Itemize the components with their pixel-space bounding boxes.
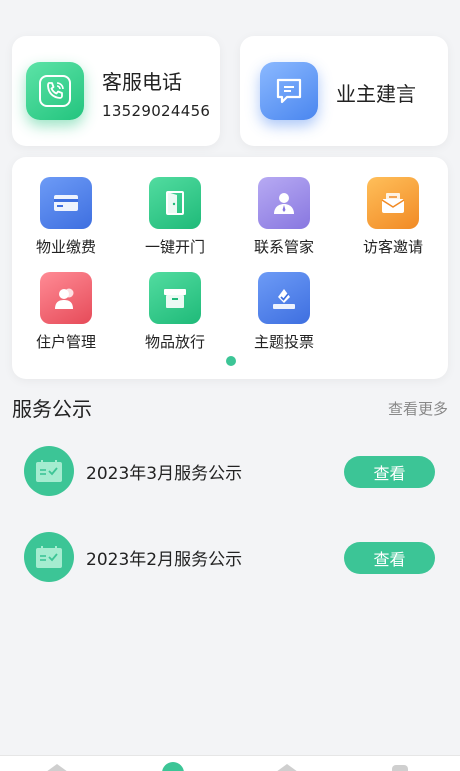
service-phone-card[interactable]: 客服电话 13529024456: [12, 36, 220, 146]
envelope-icon: [367, 177, 419, 229]
grid-item-item-release[interactable]: 物品放行: [125, 272, 225, 352]
box-icon: [149, 272, 201, 324]
grid-item-open-door[interactable]: 一键开门: [125, 177, 225, 257]
grid-item-topic-vote[interactable]: 主题投票: [234, 272, 334, 352]
phone-icon: [26, 62, 84, 120]
view-button[interactable]: 查看: [344, 456, 435, 488]
owner-advice-title: 业主建言: [336, 82, 416, 106]
bottom-tab-bar: [0, 755, 460, 771]
grid-item-contact-butler[interactable]: 联系管家: [234, 177, 334, 257]
vote-icon: [258, 272, 310, 324]
users-icon: [40, 272, 92, 324]
chat-message-icon: [260, 62, 318, 120]
page-indicator-dot: [226, 356, 236, 366]
notice-board-icon: [24, 446, 74, 496]
person-icon: [258, 177, 310, 229]
grid-item-property-payment[interactable]: 物业缴费: [16, 177, 116, 257]
grid-item-resident-management[interactable]: 住户管理: [16, 272, 116, 352]
grid-label: 物品放行: [144, 333, 205, 351]
view-more-link[interactable]: 查看更多: [388, 398, 448, 419]
grid-label: 物业缴费: [35, 238, 96, 256]
section-title: 服务公示: [12, 397, 92, 421]
grid-label: 联系管家: [253, 238, 314, 256]
service-tab-icon[interactable]: [276, 764, 298, 771]
home-tab-icon[interactable]: [46, 764, 68, 771]
grid-label: 一键开门: [144, 238, 205, 256]
door-icon: [149, 177, 201, 229]
service-phone-title: 客服电话: [102, 70, 182, 94]
grid-label: 住户管理: [35, 333, 96, 351]
service-phone-number[interactable]: 13529024456: [102, 102, 210, 120]
profile-tab-icon[interactable]: [392, 765, 408, 771]
notice-item[interactable]: 2023年3月服务公示 查看: [0, 442, 460, 502]
notice-item[interactable]: 2023年2月服务公示 查看: [0, 528, 460, 588]
notice-title: 2023年3月服务公示: [86, 464, 243, 484]
grid-item-visitor-invite[interactable]: 访客邀请: [343, 177, 443, 257]
center-tab-icon[interactable]: [162, 762, 184, 771]
feature-grid: 物业缴费 一键开门 联系管家 访客邀请 住户管理 物品放行 主题投票: [12, 157, 448, 379]
notice-board-icon: [24, 532, 74, 582]
notice-title: 2023年2月服务公示: [86, 550, 243, 570]
view-button[interactable]: 查看: [344, 542, 435, 574]
card-payment-icon: [40, 177, 92, 229]
grid-label: 访客邀请: [362, 238, 423, 256]
owner-advice-card[interactable]: 业主建言: [240, 36, 448, 146]
grid-label: 主题投票: [253, 333, 314, 351]
